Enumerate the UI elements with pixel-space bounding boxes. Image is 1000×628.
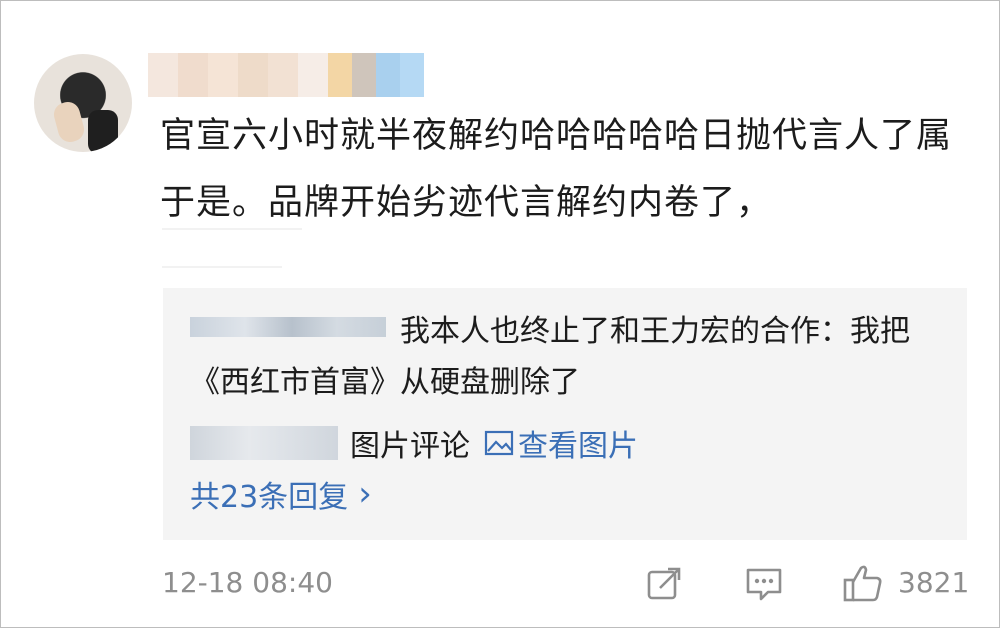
chevron-right-icon: › <box>358 474 372 514</box>
post-text: 官宣六小时就半夜解约哈哈哈哈哈日抛代言人了属于是。品牌开始劣迹代言解约内卷了， <box>160 116 953 223</box>
like-icon[interactable] <box>842 562 884 604</box>
reply-text: 我本人也终止了和王力宏的合作：我把《西红市首富》从硬盘删除了 <box>190 314 910 400</box>
replies-link[interactable]: 共23条回复 › <box>190 472 372 516</box>
username-redacted[interactable] <box>148 53 424 97</box>
view-image-link[interactable]: 查看图片 <box>484 421 638 465</box>
picture-icon <box>484 430 514 456</box>
divider <box>162 228 302 230</box>
divider <box>162 266 282 268</box>
image-comment-redacted <box>190 426 338 460</box>
image-comment-row: 图片评论 查看图片 <box>190 420 638 466</box>
avatar[interactable] <box>34 54 132 152</box>
reply-card[interactable]: 我本人也终止了和王力宏的合作：我把《西红市首富》从硬盘删除了 图片评论 查看图片… <box>163 288 967 540</box>
view-image-label: 查看图片 <box>518 429 638 464</box>
share-icon[interactable] <box>646 566 684 602</box>
image-comment-label: 图片评论 <box>350 429 470 464</box>
avatar-sleeve-shape <box>88 110 118 152</box>
comment-icon[interactable] <box>744 566 784 602</box>
avatar-hand-shape <box>51 99 87 145</box>
timestamp: 12-18 08:40 <box>162 566 333 599</box>
replies-count-label: 共23条回复 <box>190 480 349 515</box>
like-count: 3821 <box>898 566 970 599</box>
